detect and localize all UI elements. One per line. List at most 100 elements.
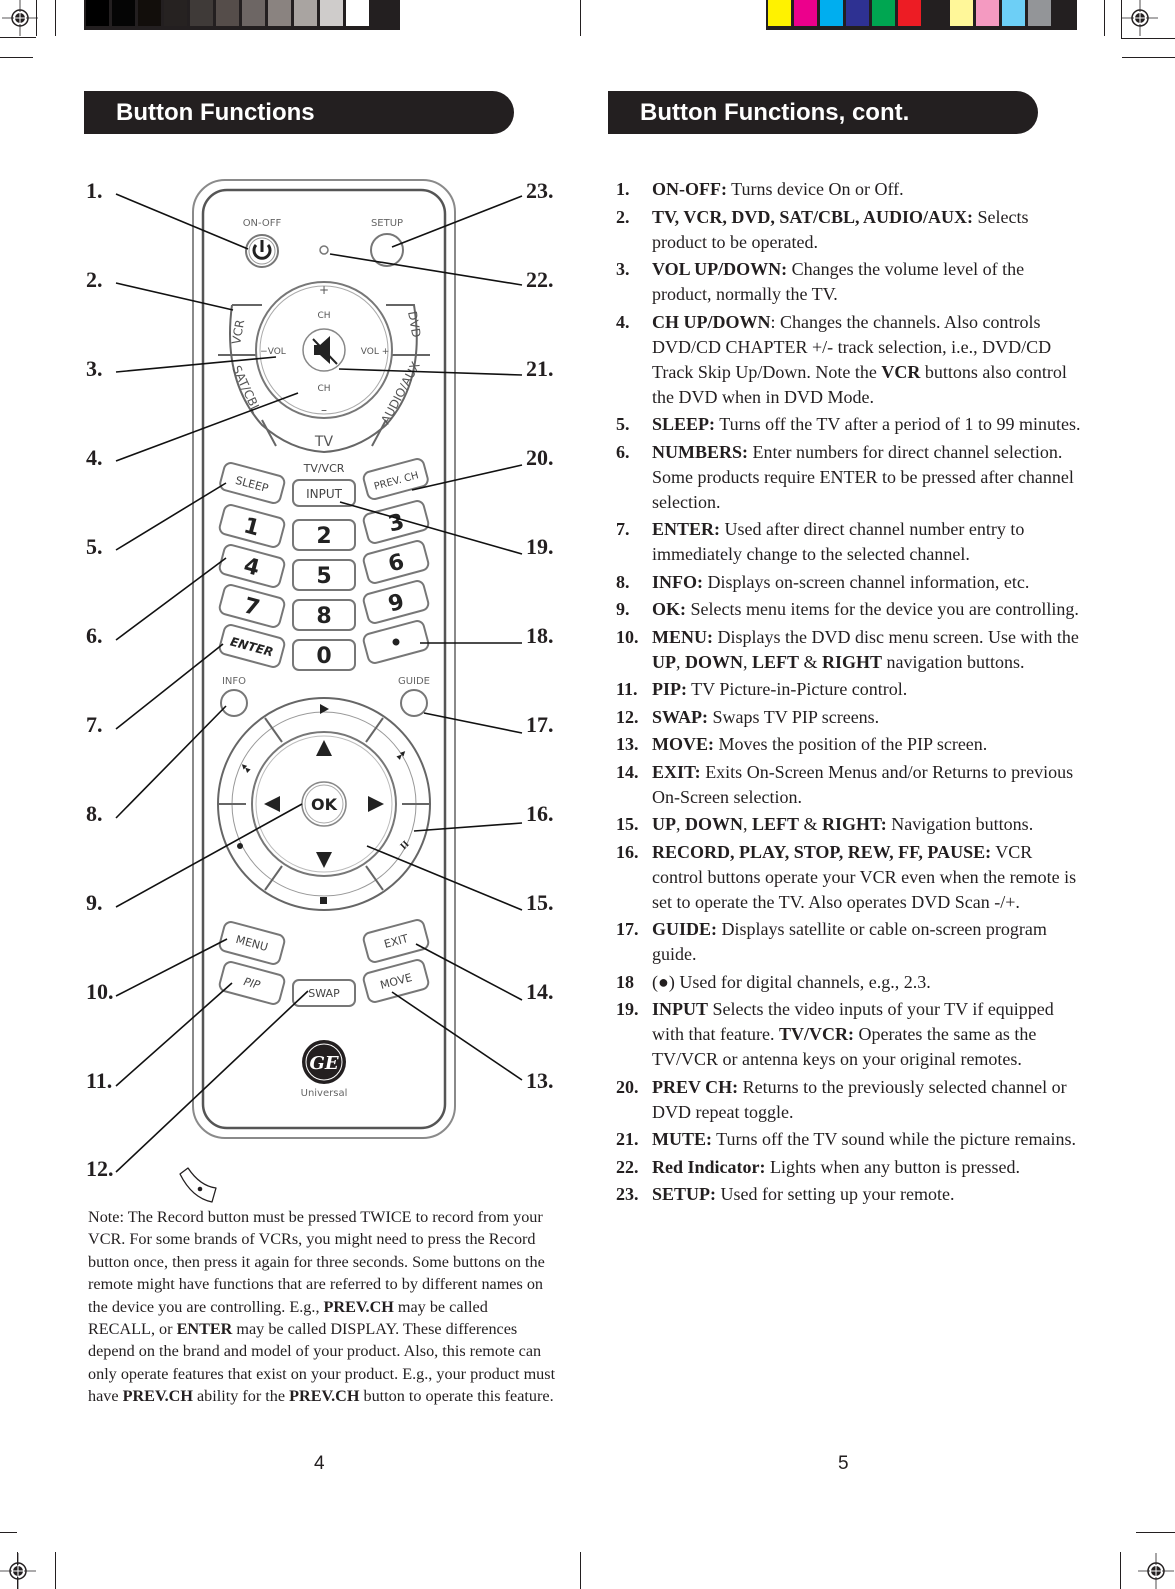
button-name: UP bbox=[652, 814, 676, 834]
callout-number: 5. bbox=[86, 534, 103, 559]
button-name: TV, VCR, DVD, SAT/CBL, AUDIO/AUX: bbox=[652, 206, 974, 227]
vol-up-button[interactable]: VOL + bbox=[361, 347, 390, 357]
description-text: Selects menu items for the device you ar… bbox=[686, 599, 1079, 619]
button-name: CH UP/DOWN bbox=[652, 311, 771, 332]
button-name: PREV CH: bbox=[652, 1076, 739, 1097]
item-number: 16. bbox=[616, 841, 639, 862]
ok-button[interactable]: OK bbox=[301, 781, 347, 827]
record-button-icon bbox=[179, 1167, 217, 1203]
ch-up-button[interactable]: CH bbox=[317, 311, 330, 321]
button-name: LEFT bbox=[752, 814, 800, 834]
item-number: 10. bbox=[616, 626, 639, 647]
function-list-item: 18 (●) Used for digital channels, e.g., 2… bbox=[616, 970, 1086, 995]
setup-label: SETUP bbox=[371, 218, 403, 229]
callout-number: 9. bbox=[86, 890, 103, 915]
item-number: 6. bbox=[616, 441, 630, 462]
callout-number: 10. bbox=[86, 979, 114, 1004]
mute-button[interactable] bbox=[302, 328, 346, 372]
item-number: 22. bbox=[616, 1156, 639, 1177]
item-number: 4. bbox=[616, 311, 630, 332]
button-name: RIGHT: bbox=[822, 814, 887, 834]
callout-number: 20. bbox=[526, 445, 554, 470]
description-text: Navigation buttons. bbox=[886, 814, 1034, 834]
function-list-item: 15. UP, DOWN, LEFT & RIGHT: Navigation bu… bbox=[616, 812, 1086, 837]
enter-button[interactable]: ENTER bbox=[218, 623, 286, 668]
button-name: PIP: bbox=[652, 679, 687, 699]
dot-button[interactable] bbox=[362, 619, 430, 664]
item-number: 11. bbox=[616, 679, 638, 699]
item-number: 12. bbox=[616, 706, 639, 727]
digit-0-button[interactable]: 0 bbox=[292, 639, 356, 671]
function-list-item: 7. ENTER: Used after direct channel numbe… bbox=[616, 517, 1086, 567]
callout-number: 18. bbox=[526, 623, 554, 648]
button-name: INFO: bbox=[652, 571, 703, 592]
function-list-item: 6. NUMBERS: Enter numbers for direct chan… bbox=[616, 440, 1086, 515]
function-list-item: 12. SWAP: Swaps TV PIP screens. bbox=[616, 705, 1086, 730]
callout-number: 3. bbox=[86, 356, 103, 381]
function-list-item: 21. MUTE: Turns off the TV sound while th… bbox=[616, 1127, 1086, 1152]
guide-button[interactable] bbox=[400, 689, 428, 717]
tv-vcr-label: TV/VCR bbox=[303, 462, 345, 475]
digit-3-button[interactable]: 3 bbox=[362, 499, 430, 544]
svg-text:SWAP: SWAP bbox=[308, 987, 340, 1000]
section-title-banner: Button Functions, cont. bbox=[608, 91, 1038, 134]
dvd-button[interactable]: DVD bbox=[405, 310, 423, 339]
page-number: 5 bbox=[838, 1453, 849, 1474]
prev-ch-button[interactable]: PREV. CH bbox=[362, 457, 429, 501]
sleep-button[interactable]: SLEEP bbox=[219, 461, 286, 505]
tv-button[interactable]: TV bbox=[314, 434, 334, 450]
callout-number: 21. bbox=[526, 356, 554, 381]
vol-down-button[interactable]: −VOL bbox=[260, 347, 286, 357]
svg-text:OK: OK bbox=[311, 795, 338, 814]
digit-9-button[interactable]: 9 bbox=[362, 579, 430, 624]
menu-button[interactable]: MENU bbox=[218, 920, 286, 965]
swap-button[interactable]: SWAP bbox=[292, 979, 356, 1007]
description-text: Exits On-Screen Menus and/or Returns to … bbox=[652, 761, 1074, 807]
item-number: 9. bbox=[616, 599, 630, 619]
description-text: & bbox=[799, 814, 823, 834]
stop-button[interactable] bbox=[320, 897, 327, 904]
description-text: , bbox=[676, 814, 685, 834]
callout-number: 2. bbox=[86, 267, 103, 292]
function-list-item: 9. OK: Selects menu items for the device … bbox=[616, 597, 1086, 622]
ch-down-button[interactable]: CH bbox=[317, 384, 330, 394]
vcr-button[interactable]: VCR bbox=[229, 319, 247, 346]
function-list-item: 20. PREV CH: Returns to the previously se… bbox=[616, 1075, 1086, 1125]
button-name: NUMBERS: bbox=[652, 441, 749, 462]
callout-number: 19. bbox=[526, 534, 554, 559]
callout-number: 11. bbox=[86, 1068, 113, 1093]
digit-6-button[interactable]: 6 bbox=[362, 539, 430, 584]
ge-logo: GE bbox=[302, 1040, 346, 1084]
red-indicator-light bbox=[319, 245, 329, 255]
sat-cbl-button[interactable]: SAT/CBL bbox=[229, 363, 263, 414]
description-text: Used for setting up your remote. bbox=[716, 1184, 955, 1204]
ch-down-label: – bbox=[321, 403, 327, 417]
callout-number: 4. bbox=[86, 445, 103, 470]
svg-text:8: 8 bbox=[316, 604, 331, 629]
button-functions-list: 1. ON-OFF: Turns device On or Off. 2. TV, V… bbox=[616, 177, 1086, 1210]
info-button[interactable] bbox=[220, 689, 248, 717]
function-list-item: 5. SLEEP: Turns off the TV after a period… bbox=[616, 412, 1086, 437]
function-list-item: 2. TV, VCR, DVD, SAT/CBL, AUDIO/AUX: Sele… bbox=[616, 205, 1086, 255]
digit-2-button[interactable]: 2 bbox=[292, 519, 356, 551]
input-button[interactable]: INPUT bbox=[292, 479, 356, 507]
description-text: Displays on-screen channel information, … bbox=[703, 571, 1030, 592]
description-text: , bbox=[743, 814, 752, 834]
svg-text:INPUT: INPUT bbox=[306, 487, 343, 501]
digit-4-button[interactable]: 4 bbox=[218, 543, 286, 588]
digit-5-button[interactable]: 5 bbox=[292, 559, 356, 591]
item-number: 2. bbox=[616, 206, 630, 227]
page-number: 4 bbox=[314, 1453, 325, 1474]
power-button[interactable] bbox=[245, 234, 279, 268]
digit-1-button[interactable]: 1 bbox=[218, 503, 286, 548]
digit-8-button[interactable]: 8 bbox=[292, 599, 356, 631]
pip-button[interactable]: PIP bbox=[218, 960, 286, 1005]
button-name: SLEEP: bbox=[652, 414, 716, 434]
digit-7-button[interactable]: 7 bbox=[218, 583, 286, 628]
move-button[interactable]: MOVE bbox=[362, 958, 430, 1003]
record-button[interactable] bbox=[237, 843, 243, 849]
exit-button[interactable]: EXIT bbox=[362, 918, 430, 963]
function-list-item: 23. SETUP: Used for setting up your remot… bbox=[616, 1182, 1086, 1207]
item-number: 17. bbox=[616, 919, 639, 939]
button-name: ON-OFF: bbox=[652, 179, 727, 199]
